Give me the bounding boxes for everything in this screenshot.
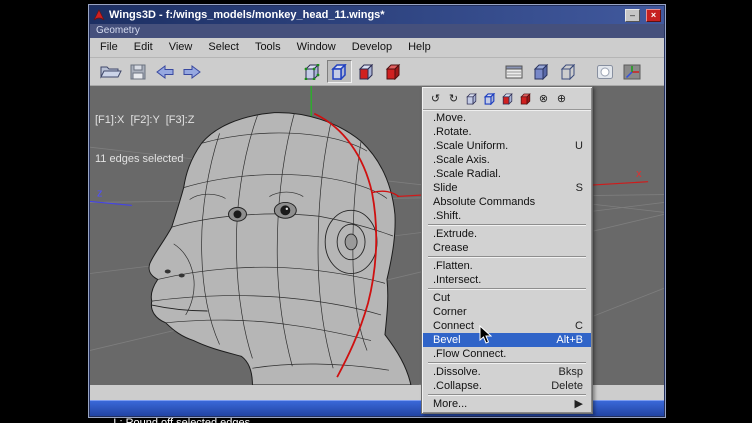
face-select-icon: [357, 64, 375, 80]
context-menu-item-flow-connect[interactable]: .Flow Connect.: [423, 347, 591, 361]
redo-icon: [182, 65, 202, 79]
geometry-graph-icon: [505, 64, 523, 80]
context-menu-item-crease[interactable]: Crease: [423, 241, 591, 255]
info-text: L: Round off selected edges: [113, 417, 250, 423]
vertex-cube-icon[interactable]: [464, 91, 479, 106]
x-axis-label: x: [636, 168, 642, 180]
edge-select-icon: [330, 64, 348, 80]
menu-window[interactable]: Window: [289, 38, 344, 57]
viewport-hud: [F1]:X [F2]:Y [F3]:Z 11 edges selected: [95, 88, 194, 192]
wireframe-view-button[interactable]: [555, 60, 580, 83]
undo-icon: [155, 65, 175, 79]
context-menu-item-rotate[interactable]: .Rotate.: [423, 125, 591, 139]
context-menu-item-intersect[interactable]: .Intersect.: [423, 273, 591, 287]
context-menu-item-cut[interactable]: Cut: [423, 291, 591, 305]
menu-file[interactable]: File: [92, 38, 126, 57]
context-menu-item-move[interactable]: .Move.: [423, 111, 591, 125]
context-menu-item-shift[interactable]: .Shift.: [423, 209, 591, 223]
tool-bar: [90, 58, 664, 86]
context-menu-item-connect[interactable]: ConnectC: [423, 319, 591, 333]
app-icon: [93, 9, 105, 21]
open-button[interactable]: [98, 60, 123, 83]
context-menu-toolbar: ↺ ↻ ⊗ ⊕: [423, 89, 591, 110]
save-button[interactable]: [125, 60, 150, 83]
file-tool-group: [98, 60, 204, 83]
menu-separator: [426, 393, 588, 397]
redo-button[interactable]: [179, 60, 204, 83]
workmode-icon: [596, 64, 614, 80]
edge-select-button[interactable]: [327, 60, 352, 83]
vertex-select-button[interactable]: [300, 60, 325, 83]
edge-cube-icon[interactable]: [482, 91, 497, 106]
axes-button[interactable]: [619, 60, 644, 83]
shaded-cube-icon: [532, 64, 550, 80]
minimize-button[interactable]: –: [625, 9, 640, 22]
save-icon: [130, 64, 146, 80]
context-menu-item-corner[interactable]: Corner: [423, 305, 591, 319]
menu-bar: File Edit View Select Tools Window Devel…: [90, 38, 664, 58]
menu-separator: [426, 361, 588, 365]
menu-develop[interactable]: Develop: [344, 38, 400, 57]
menu-separator: [426, 223, 588, 227]
geometry-graph-button[interactable]: [501, 60, 526, 83]
geometry-window-header[interactable]: Geometry: [90, 24, 664, 38]
screen: Wings3D - f:/wings_models/monkey_head_11…: [0, 0, 752, 423]
mouse-cursor: [479, 325, 492, 349]
context-menu-item-slide[interactable]: SlideS: [423, 181, 591, 195]
menu-help[interactable]: Help: [400, 38, 439, 57]
body-select-icon: [384, 64, 402, 80]
edge-context-menu: ↺ ↻ ⊗ ⊕ .Move. .Rotate. .Scale Uni: [421, 86, 593, 414]
face-cube-icon[interactable]: [500, 91, 515, 106]
plus-circle-icon[interactable]: ⊕: [554, 91, 569, 106]
undo-button[interactable]: [152, 60, 177, 83]
context-menu-item-bevel[interactable]: BevelAlt+B: [423, 333, 591, 347]
shaded-view-button[interactable]: [528, 60, 553, 83]
title-bar[interactable]: Wings3D - f:/wings_models/monkey_head_11…: [90, 6, 664, 24]
repeat-args-icon[interactable]: ↻: [446, 91, 461, 106]
geometry-window-label: Geometry: [96, 25, 140, 36]
context-menu-item-collapse[interactable]: .Collapse.Delete: [423, 379, 591, 393]
menu-edit[interactable]: Edit: [126, 38, 161, 57]
wings3d-window: Wings3D - f:/wings_models/monkey_head_11…: [88, 4, 666, 418]
context-menu-item-scale-radial[interactable]: .Scale Radial.: [423, 167, 591, 181]
menu-separator: [426, 287, 588, 291]
menu-select[interactable]: Select: [200, 38, 247, 57]
context-menu-item-dissolve[interactable]: .Dissolve.Bksp: [423, 365, 591, 379]
wire-cube-icon: [559, 64, 577, 80]
selection-status: 11 edges selected: [95, 153, 194, 166]
view-tool-group: [501, 60, 644, 83]
context-menu-item-more[interactable]: More...▶: [423, 397, 591, 411]
context-menu-item-scale-axis[interactable]: .Scale Axis.: [423, 153, 591, 167]
fkey-hint: [F1]:X [F2]:Y [F3]:Z: [95, 114, 194, 127]
axes-icon: [623, 64, 641, 80]
window-title: Wings3D - f:/wings_models/monkey_head_11…: [109, 9, 621, 21]
context-menu-item-flatten[interactable]: .Flatten.: [423, 259, 591, 273]
open-icon: [100, 64, 122, 80]
selection-mode-group: [300, 60, 406, 83]
repeat-icon[interactable]: ↺: [428, 91, 443, 106]
context-menu-item-absolute-commands[interactable]: Absolute Commands: [423, 195, 591, 209]
context-menu-item-extrude[interactable]: .Extrude.: [423, 227, 591, 241]
close-button[interactable]: ×: [646, 9, 661, 22]
cross-circle-icon[interactable]: ⊗: [536, 91, 551, 106]
body-cube-icon[interactable]: [518, 91, 533, 106]
face-select-button[interactable]: [354, 60, 379, 83]
body-select-button[interactable]: [381, 60, 406, 83]
workmode-button[interactable]: [592, 60, 617, 83]
menu-tools[interactable]: Tools: [247, 38, 289, 57]
vertex-select-icon: [303, 64, 321, 80]
context-menu-item-scale-uniform[interactable]: .Scale Uniform.U: [423, 139, 591, 153]
menu-view[interactable]: View: [161, 38, 201, 57]
menu-separator: [426, 255, 588, 259]
